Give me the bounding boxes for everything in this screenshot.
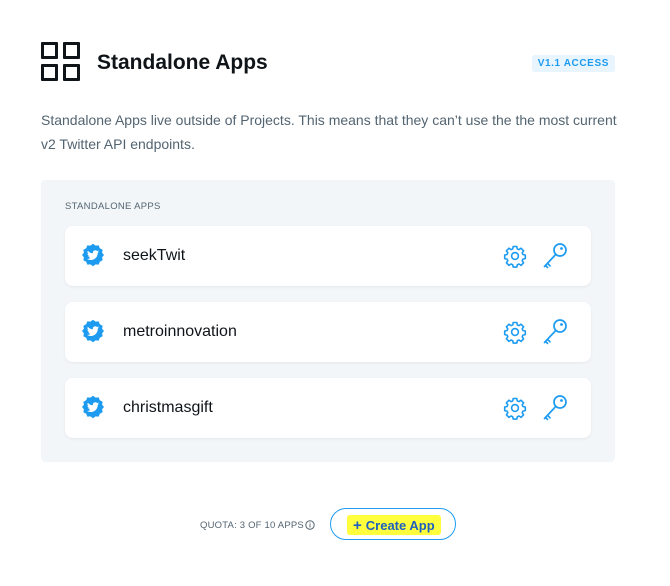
twitter-bird-badge-icon [82,243,104,267]
app-row[interactable]: metroinnovation [65,302,591,362]
dashboard-grid-icon [41,42,81,82]
gear-icon[interactable] [503,396,527,420]
app-row[interactable]: christmasgift [65,378,591,438]
key-icon[interactable] [541,393,569,423]
create-app-label: Create App [365,517,435,533]
twitter-bird-badge-icon [82,395,104,419]
create-app-highlight: + Create App [347,515,441,535]
gear-icon[interactable] [503,244,527,268]
key-icon[interactable] [541,241,569,271]
app-name: metroinnovation [123,323,237,340]
quota-text: QUOTA: 3 OF 10 APPS [200,520,304,531]
info-icon[interactable] [305,520,315,530]
app-row[interactable]: seekTwit [65,226,591,286]
footer: QUOTA: 3 OF 10 APPS + Create App [0,508,670,542]
panel-label: STANDALONE APPS [65,201,161,212]
key-icon[interactable] [541,317,569,347]
standalone-apps-panel: STANDALONE APPS seekTwit metroinnovation [41,180,615,462]
page-description: Standalone Apps live outside of Projects… [41,112,617,152]
page-header: Standalone Apps V1.1 ACCESS [41,42,615,82]
twitter-bird-badge-icon [82,319,104,343]
gear-icon[interactable] [503,320,527,344]
app-name: christmasgift [123,399,213,416]
plus-icon: + [353,516,362,534]
create-app-button[interactable]: + Create App [330,508,456,540]
page-title: Standalone Apps [97,51,268,74]
app-name: seekTwit [123,247,186,264]
access-badge: V1.1 ACCESS [531,55,615,72]
